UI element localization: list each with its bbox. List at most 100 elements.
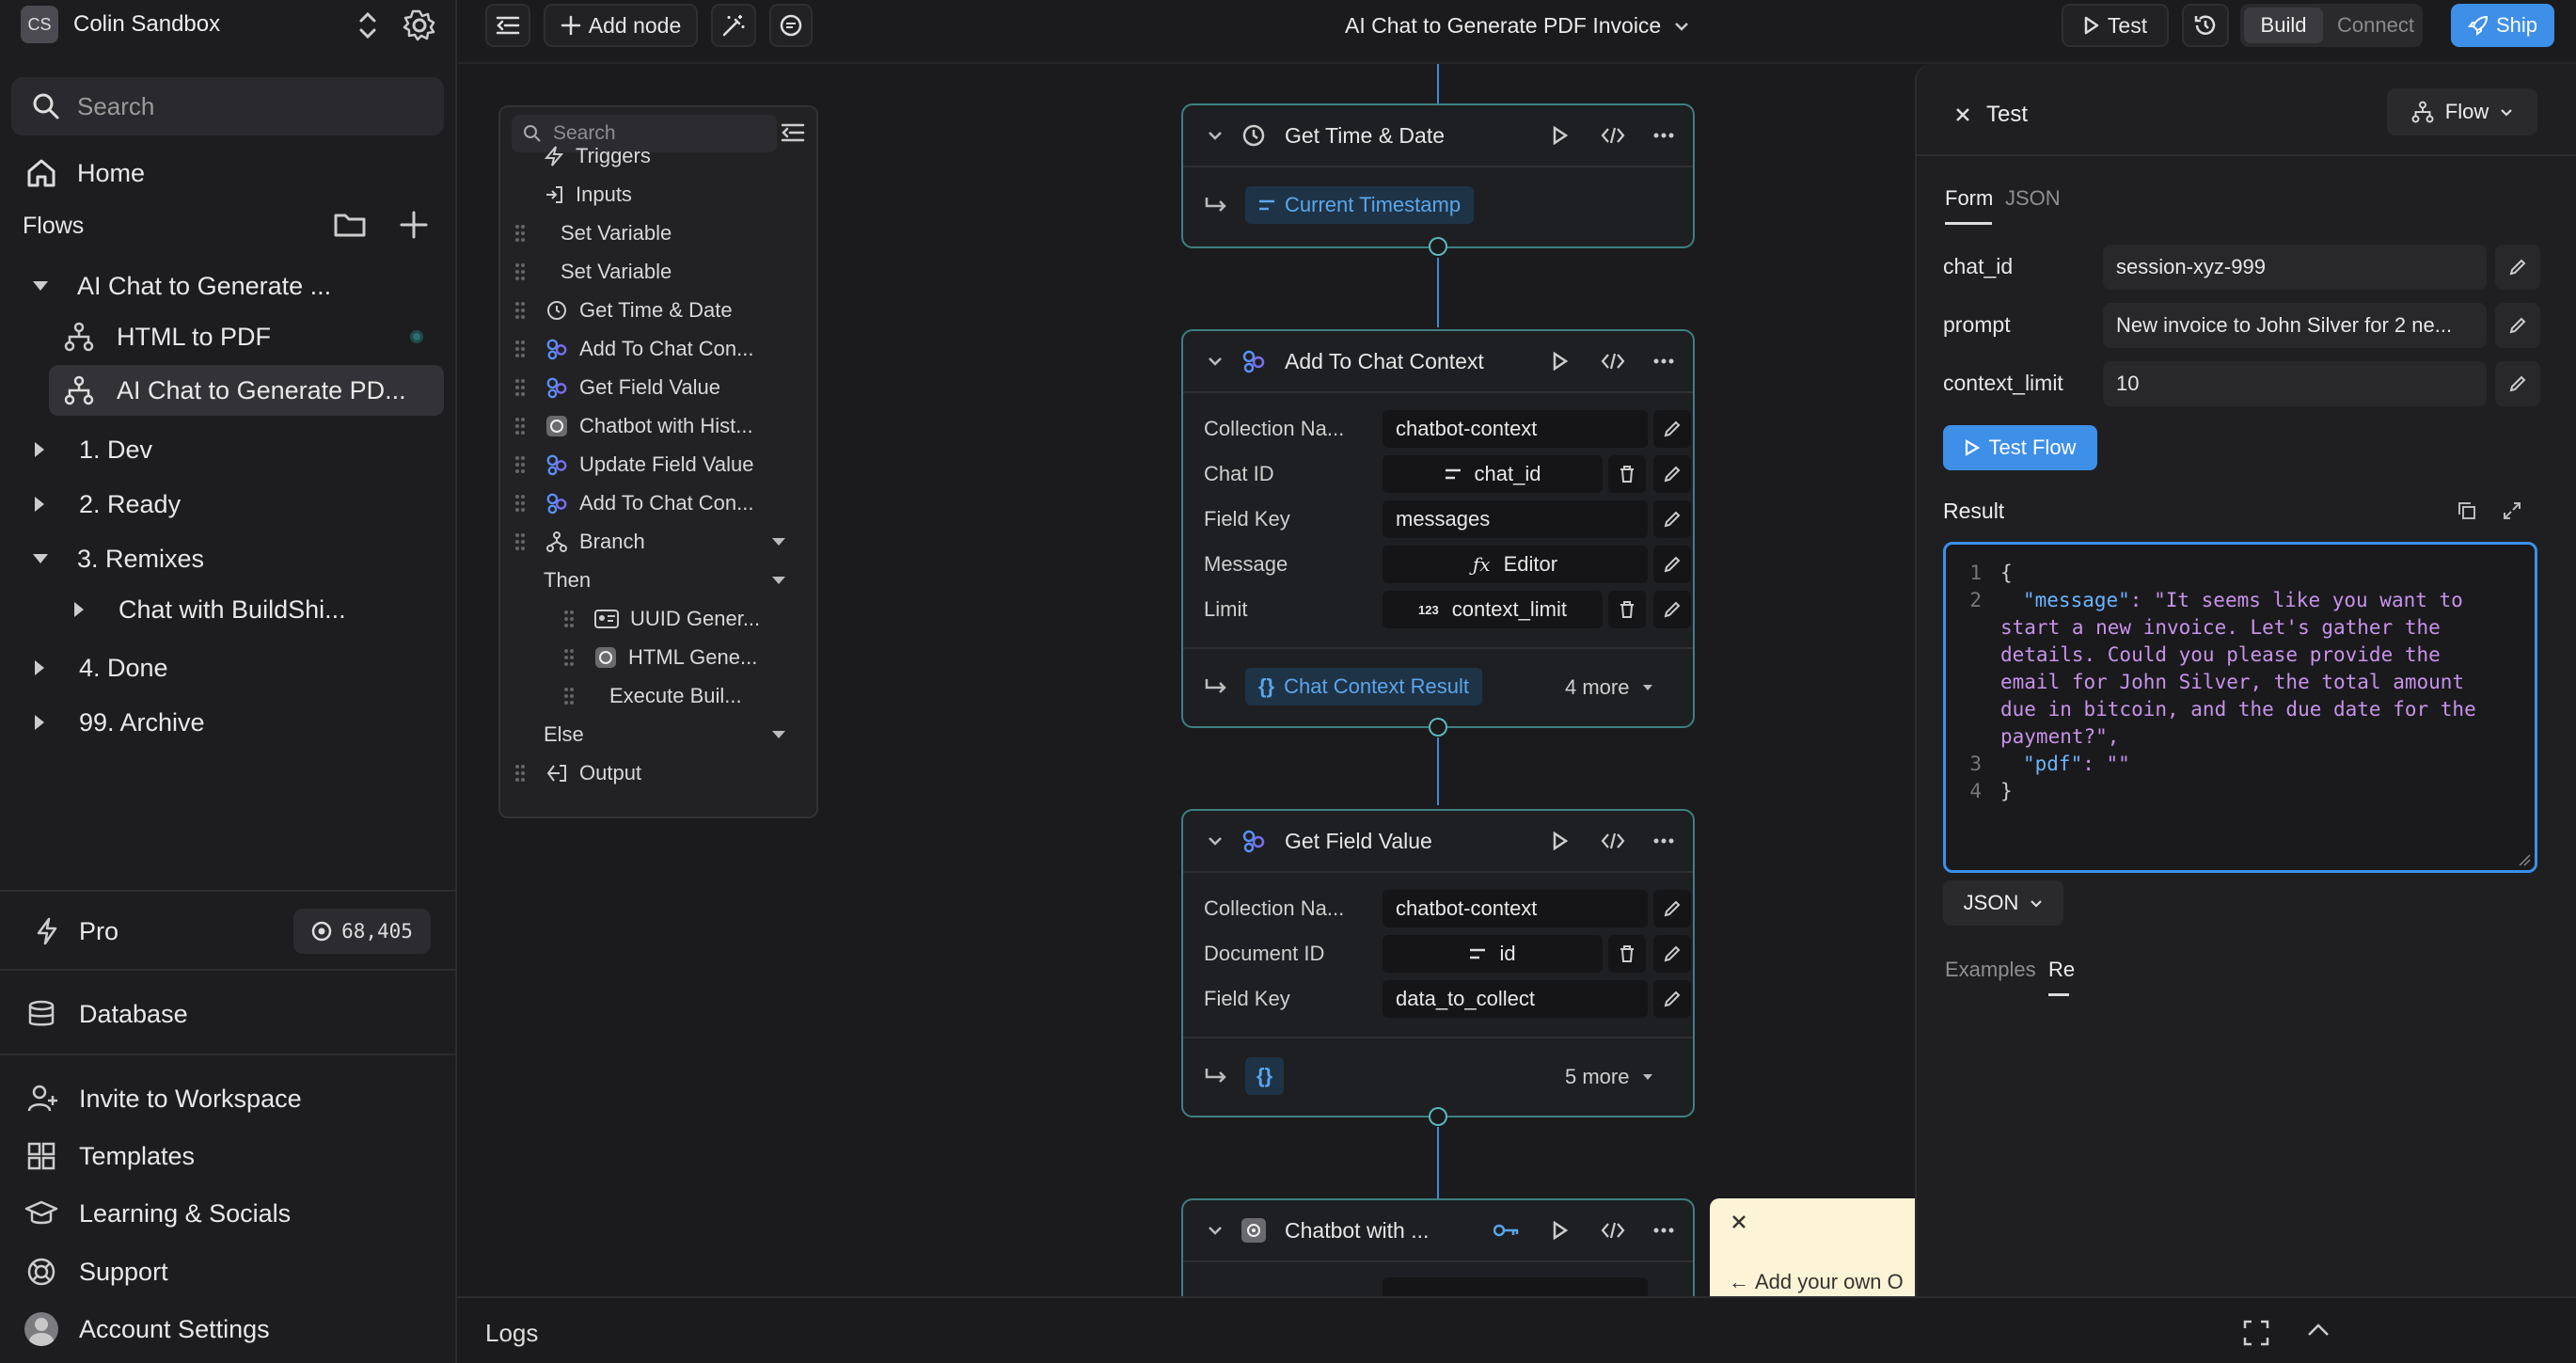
collection-name-input[interactable]: chatbot-context — [1383, 890, 1648, 927]
workspace-switch-icon[interactable] — [356, 9, 380, 41]
fullscreen-icon[interactable] — [2242, 1319, 2270, 1347]
result-format-dropdown[interactable]: JSON — [1943, 880, 2063, 926]
palette-item-else[interactable]: Else — [544, 716, 584, 753]
delete-button[interactable] — [1608, 591, 1646, 628]
toggle-sidebar-button[interactable] — [485, 4, 530, 47]
drag-handle-icon[interactable] — [514, 416, 527, 436]
node-output-port[interactable] — [1429, 1107, 1447, 1126]
palette-item-get-field[interactable]: Get Field Value — [514, 369, 720, 406]
add-node-button[interactable]: Add node — [544, 4, 698, 47]
chevron-up-icon[interactable] — [2306, 1323, 2331, 1338]
tree-folder-ready[interactable]: 2. Ready — [0, 478, 457, 531]
edit-button[interactable] — [1653, 980, 1691, 1018]
edit-chat-id-button[interactable] — [2495, 245, 2540, 290]
comment-button[interactable] — [769, 4, 813, 47]
edit-prompt-button[interactable] — [2495, 303, 2540, 348]
code-icon[interactable] — [1601, 832, 1625, 850]
key-icon[interactable] — [1493, 1223, 1520, 1238]
chat-id-field[interactable]: session-xyz-999 — [2103, 245, 2487, 290]
node-chatbot[interactable]: Chatbot with ... — [1181, 1198, 1695, 1296]
drag-handle-icon[interactable] — [514, 223, 527, 244]
sidebar-item-templates[interactable]: Templates — [0, 1130, 457, 1182]
node-get-field-value[interactable]: Get Field Value Collection Na... chatbot… — [1181, 809, 1695, 1117]
limit-input[interactable]: 123 context_limit — [1383, 591, 1603, 628]
palette-item-set-var-1[interactable]: Set Variable — [514, 214, 672, 252]
edit-button[interactable] — [1653, 455, 1691, 493]
tree-folder-chat-buildship[interactable]: Chat with BuildShi... — [0, 583, 457, 636]
palette-item-triggers[interactable]: Triggers — [544, 137, 651, 175]
run-node-icon[interactable] — [1552, 832, 1569, 850]
sidebar-item-database[interactable]: Database — [0, 988, 457, 1040]
tree-folder-ai-chat[interactable]: AI Chat to Generate ... — [0, 260, 457, 312]
copy-icon[interactable] — [2457, 500, 2477, 521]
drag-handle-icon[interactable] — [514, 339, 527, 359]
edit-button[interactable] — [1653, 546, 1691, 583]
node-add-to-chat-context[interactable]: Add To Chat Context Collection Na... cha… — [1181, 329, 1695, 728]
drag-handle-icon[interactable] — [562, 609, 576, 629]
palette-item-branch[interactable]: Branch — [514, 523, 645, 561]
sidebar-item-support[interactable]: Support — [0, 1245, 457, 1298]
chevron-down-icon[interactable] — [1208, 836, 1223, 846]
chevron-down-icon[interactable] — [1208, 131, 1223, 140]
edit-button[interactable] — [1653, 935, 1691, 973]
node-output-port[interactable] — [1429, 237, 1447, 256]
instructions-input[interactable] — [1383, 1277, 1648, 1296]
palette-item-inputs[interactable]: Inputs — [544, 176, 632, 214]
drag-handle-icon[interactable] — [514, 377, 527, 398]
ship-button[interactable]: Ship — [2451, 4, 2554, 47]
drag-handle-icon[interactable] — [514, 262, 527, 282]
tab-form[interactable]: Form — [1945, 186, 1993, 211]
new-folder-icon[interactable] — [333, 211, 367, 239]
delete-button[interactable] — [1608, 455, 1646, 493]
delete-button[interactable] — [1608, 935, 1646, 973]
tab-results[interactable]: Re — [2048, 958, 2075, 982]
edit-context-limit-button[interactable] — [2495, 361, 2540, 406]
expand-icon[interactable] — [2502, 500, 2522, 521]
resize-handle-icon[interactable] — [2518, 853, 2531, 866]
drag-handle-icon[interactable] — [562, 647, 576, 668]
node-output-port[interactable] — [1429, 718, 1447, 737]
sidebar-item-home[interactable]: Home — [0, 147, 457, 199]
output-chat-context-result[interactable]: {} Chat Context Result — [1245, 668, 1482, 705]
sidebar-item-learning[interactable]: Learning & Socials — [0, 1187, 457, 1240]
sidebar-search[interactable]: Search — [11, 77, 444, 135]
result-json-viewer[interactable]: 1{2 "message": "It seems like you want to… — [1943, 542, 2537, 873]
palette-item-uuid[interactable]: UUID Gener... — [562, 600, 760, 638]
edit-button[interactable] — [1653, 591, 1691, 628]
output-current-timestamp[interactable]: Current Timestamp — [1245, 186, 1475, 224]
run-node-icon[interactable] — [1552, 1221, 1569, 1240]
sidebar-item-account[interactable]: Account Settings — [0, 1303, 457, 1355]
tab-examples[interactable]: Examples — [1945, 958, 2036, 982]
caret-down-icon[interactable] — [771, 576, 786, 585]
field-key-input[interactable]: messages — [1383, 500, 1648, 538]
credits-badge[interactable]: 68,405 — [293, 909, 431, 954]
more-outputs-toggle[interactable]: 5 more — [1565, 1065, 1653, 1089]
palette-collapse-icon[interactable] — [781, 122, 805, 143]
document-id-input[interactable]: id — [1383, 935, 1603, 973]
context-limit-field[interactable]: 10 — [2103, 361, 2487, 406]
toast-text[interactable]: Add your own O — [1755, 1270, 1904, 1294]
chat-id-input[interactable]: chat_id — [1383, 455, 1603, 493]
field-key-input[interactable]: data_to_collect — [1383, 980, 1648, 1018]
palette-item-add-ctx-2[interactable]: Add To Chat Con... — [514, 484, 754, 522]
more-options-icon[interactable] — [1653, 133, 1674, 138]
close-test-panel[interactable]: Test — [1954, 102, 2028, 128]
drag-handle-icon[interactable] — [514, 493, 527, 514]
prompt-field[interactable]: New invoice to John Silver for 2 ne... — [2103, 303, 2487, 348]
test-button[interactable]: Test — [2062, 4, 2169, 47]
more-options-icon[interactable] — [1653, 358, 1674, 364]
code-icon[interactable] — [1601, 126, 1625, 145]
close-icon[interactable] — [1731, 1213, 1747, 1230]
message-input[interactable]: ƒx Editor — [1383, 546, 1648, 583]
workspace-avatar[interactable]: CS — [21, 6, 58, 43]
node-get-time[interactable]: Get Time & Date Current Timestamp — [1181, 103, 1695, 248]
palette-item-html-gen[interactable]: HTML Gene... — [562, 639, 757, 676]
build-tab[interactable]: Build — [2244, 8, 2323, 43]
caret-down-icon[interactable] — [771, 730, 786, 739]
tree-flow-ai-chat-selected[interactable]: AI Chat to Generate PD... — [0, 364, 457, 417]
edit-button[interactable] — [1653, 500, 1691, 538]
chevron-down-icon[interactable] — [1208, 1226, 1223, 1235]
more-outputs-toggle[interactable]: 4 more — [1565, 675, 1653, 700]
workspace-name[interactable]: Colin Sandbox — [73, 11, 220, 38]
palette-item-add-ctx-1[interactable]: Add To Chat Con... — [514, 330, 754, 368]
